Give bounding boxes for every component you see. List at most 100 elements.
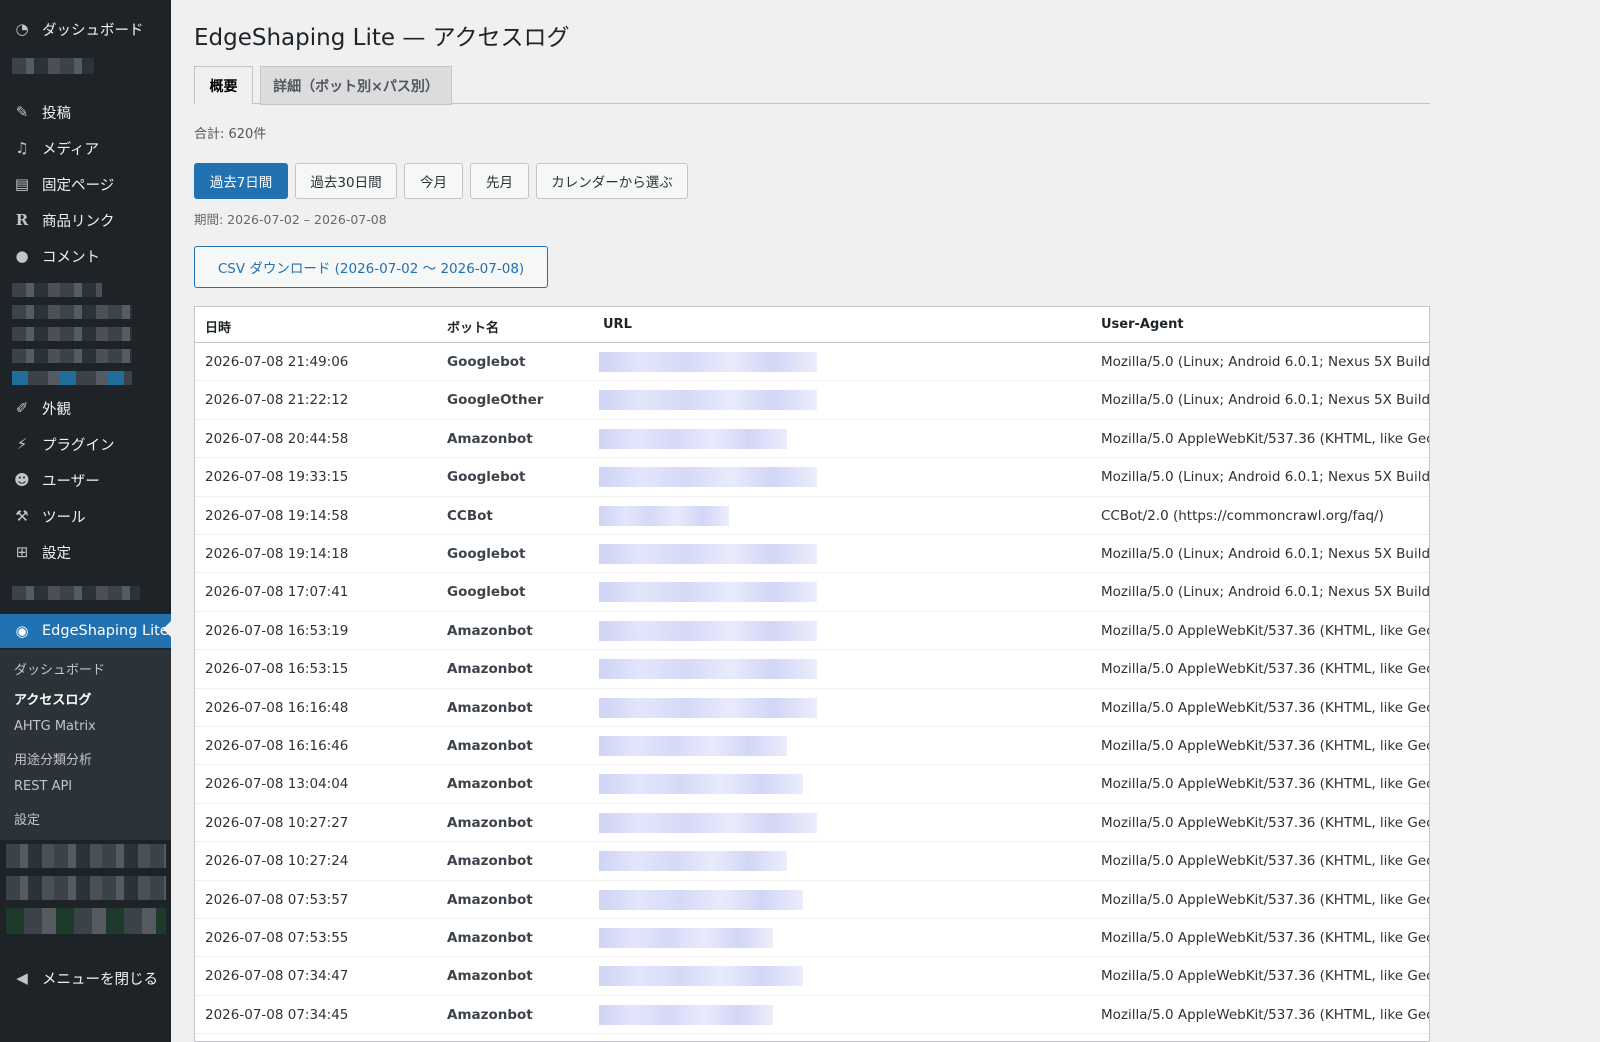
cell-user-agent: Mozilla/5.0 AppleWebKit/537.36 (KHTML, l… xyxy=(1101,622,1430,639)
sidebar-item-product-links[interactable]: R 商品リンク xyxy=(0,205,171,235)
sidebar-item-label: メディア xyxy=(42,141,99,158)
cell-url-redacted[interactable] xyxy=(599,390,817,411)
table-row: 2026-07-08 16:16:48 Amazonbot Mozilla/5.0 … xyxy=(195,689,1429,727)
submenu-item-rest-api[interactable]: REST API xyxy=(14,779,72,794)
range-last-month-button[interactable]: 先月 xyxy=(470,163,529,199)
sidebar-item-label: 商品リンク xyxy=(42,213,115,230)
cell-bot-name: Amazonbot xyxy=(447,622,533,639)
redacted-menu-item xyxy=(12,305,132,319)
cell-url-redacted[interactable] xyxy=(599,659,817,680)
cell-url-redacted[interactable] xyxy=(599,774,803,795)
sidebar-item-label: プラグイン xyxy=(42,437,115,454)
eye-icon: ◉ xyxy=(15,622,29,640)
submenu-item-access-log[interactable]: アクセスログ xyxy=(14,689,91,708)
collapse-menu-button[interactable]: ◀ メニューを閉じる xyxy=(0,963,171,993)
cell-url-redacted[interactable] xyxy=(599,889,803,910)
cell-user-agent: Mozilla/5.0 AppleWebKit/537.36 (KHTML, l… xyxy=(1101,968,1430,985)
sidebar-item-comments[interactable]: ● コメント xyxy=(0,241,171,271)
sidebar-item-settings[interactable]: ⊞ 設定 xyxy=(0,537,171,567)
table-row: 2026-07-08 07:34:47 Amazonbot Mozilla/5.0 … xyxy=(195,957,1430,996)
submenu-item-dashboard[interactable]: ダッシュボード xyxy=(14,659,105,678)
csv-download-button[interactable]: CSV ダウンロード (2026-07-02 〜 2026-07-08) xyxy=(194,246,548,288)
sidebar-item-label: ダッシュボード xyxy=(42,22,144,39)
cell-datetime: 2026-07-08 16:53:19 xyxy=(205,622,349,639)
plugin-plug-icon: ⚡ xyxy=(16,435,28,453)
cell-user-agent: Mozilla/5.0 AppleWebKit/537.36 (KHTML, l… xyxy=(1101,430,1430,447)
cell-bot-name: CCBot xyxy=(447,507,493,524)
range-this-month-button[interactable]: 今月 xyxy=(404,163,463,199)
cell-datetime: 2026-07-08 16:16:46 xyxy=(205,738,349,754)
redacted-menu-item xyxy=(6,908,166,934)
cell-user-agent: Mozilla/5.0 (Linux; Android 6.0.1; Nexus… xyxy=(1101,584,1430,601)
sidebar-item-plugins[interactable]: ⚡ プラグイン xyxy=(0,429,171,459)
submenu-item-ahtg-matrix[interactable]: AHTG Matrix xyxy=(14,719,96,734)
cell-url-redacted[interactable] xyxy=(599,812,817,833)
cell-url-redacted[interactable] xyxy=(599,428,787,449)
total-count: 合計: 620件 xyxy=(194,127,267,142)
cell-bot-name: Amazonbot xyxy=(447,968,533,985)
cell-bot-name: Amazonbot xyxy=(447,891,533,908)
range-7days-button[interactable]: 過去7日間 xyxy=(194,163,288,199)
table-row: 2026-07-08 07:34:45 Amazonbot Mozilla/5.0 … xyxy=(195,996,1429,1035)
submenu-item-usage-analysis[interactable]: 用途分類分析 xyxy=(14,749,92,768)
cell-datetime: 2026-07-08 13:04:04 xyxy=(205,776,349,793)
cell-bot-name: Googlebot xyxy=(447,469,526,486)
cell-datetime: 2026-07-08 19:33:15 xyxy=(205,469,349,486)
cell-url-redacted[interactable] xyxy=(599,1004,773,1025)
product-link-r-icon: R xyxy=(15,211,29,229)
cell-url-redacted[interactable] xyxy=(599,928,773,948)
settings-sliders-icon: ⊞ xyxy=(15,543,29,561)
sidebar-item-edgeshaping-lite[interactable]: ◉ EdgeShaping Lite xyxy=(0,614,171,648)
range-30days-button[interactable]: 過去30日間 xyxy=(295,163,397,199)
cell-url-redacted[interactable] xyxy=(599,966,803,987)
table-row: 2026-07-08 16:53:19 Amazonbot Mozilla/5.0 … xyxy=(195,612,1430,651)
cell-user-agent: Mozilla/5.0 AppleWebKit/537.36 (KHTML, l… xyxy=(1101,814,1430,831)
sidebar-item-posts[interactable]: ✎ 投稿 xyxy=(0,97,171,127)
cell-user-agent: Mozilla/5.0 AppleWebKit/537.36 (KHTML, l… xyxy=(1101,661,1430,678)
cell-url-redacted[interactable] xyxy=(599,582,817,603)
cell-url-redacted[interactable] xyxy=(599,697,817,718)
sidebar-item-label: 固定ページ xyxy=(42,177,115,194)
tab-details[interactable]: 詳細（ボット別×パス別） xyxy=(260,66,452,105)
pages-icon: ▤ xyxy=(14,175,30,193)
cell-url-redacted[interactable] xyxy=(599,467,817,488)
cell-bot-name: Amazonbot xyxy=(447,776,533,793)
cell-datetime: 2026-07-08 07:53:57 xyxy=(205,891,349,908)
cell-url-redacted[interactable] xyxy=(599,544,817,564)
table-row: 2026-07-08 19:14:18 Googlebot Mozilla/5.0 … xyxy=(195,535,1429,574)
cell-datetime: 2026-07-08 21:22:12 xyxy=(205,392,349,409)
sidebar-item-pages[interactable]: ▤ 固定ページ xyxy=(0,169,171,199)
pin-icon: ✎ xyxy=(15,103,29,121)
wrench-icon: ⚒ xyxy=(15,507,29,525)
table-header: 日時 ボット名 URL User-Agent xyxy=(195,307,1429,343)
table-row: 2026-07-08 21:49:06 Googlebot Mozilla/5.0 … xyxy=(195,343,1429,382)
sidebar-item-users[interactable]: ☻ ユーザー xyxy=(0,465,171,495)
cell-url-redacted[interactable] xyxy=(599,736,787,756)
cell-bot-name: Amazonbot xyxy=(447,930,533,946)
page-title: EdgeShaping Lite — アクセスログ xyxy=(194,25,570,51)
cell-url-redacted[interactable] xyxy=(599,505,729,526)
cell-datetime: 2026-07-08 07:34:45 xyxy=(205,1006,349,1023)
cell-datetime: 2026-07-08 16:16:48 xyxy=(205,699,349,716)
table-row: 2026-07-08 19:14:58 CCBot CCBot/2.0 (https… xyxy=(195,497,1429,535)
cell-url-redacted[interactable] xyxy=(599,620,817,641)
column-header-user-agent: User-Agent xyxy=(1101,317,1184,332)
plugin-submenu: ダッシュボード アクセスログ AHTG Matrix 用途分類分析 REST A… xyxy=(0,650,171,840)
cell-url-redacted[interactable] xyxy=(599,352,817,372)
cell-user-agent: Mozilla/5.0 AppleWebKit/537.36 (KHTML, l… xyxy=(1101,738,1430,754)
sidebar-item-label: 設定 xyxy=(42,545,71,562)
range-calendar-button[interactable]: カレンダーから選ぶ xyxy=(536,163,688,199)
cell-user-agent: Mozilla/5.0 AppleWebKit/537.36 (KHTML, l… xyxy=(1101,930,1430,946)
sidebar-item-label: ツール xyxy=(42,509,86,526)
sidebar-item-tools[interactable]: ⚒ ツール xyxy=(0,501,171,531)
redacted-menu-item xyxy=(6,844,166,868)
sidebar-item-media[interactable]: ♫ メディア xyxy=(0,133,171,163)
cell-datetime: 2026-07-08 10:27:24 xyxy=(205,853,349,870)
tab-overview[interactable]: 概要 xyxy=(194,66,253,105)
redacted-menu-item xyxy=(12,371,132,385)
sidebar-item-appearance[interactable]: ✐ 外観 xyxy=(0,393,171,423)
cell-bot-name: Googlebot xyxy=(447,354,526,370)
sidebar-item-dashboard[interactable]: ◔ ダッシュボード xyxy=(0,14,171,44)
submenu-item-settings[interactable]: 設定 xyxy=(14,809,40,828)
cell-url-redacted[interactable] xyxy=(599,851,787,872)
